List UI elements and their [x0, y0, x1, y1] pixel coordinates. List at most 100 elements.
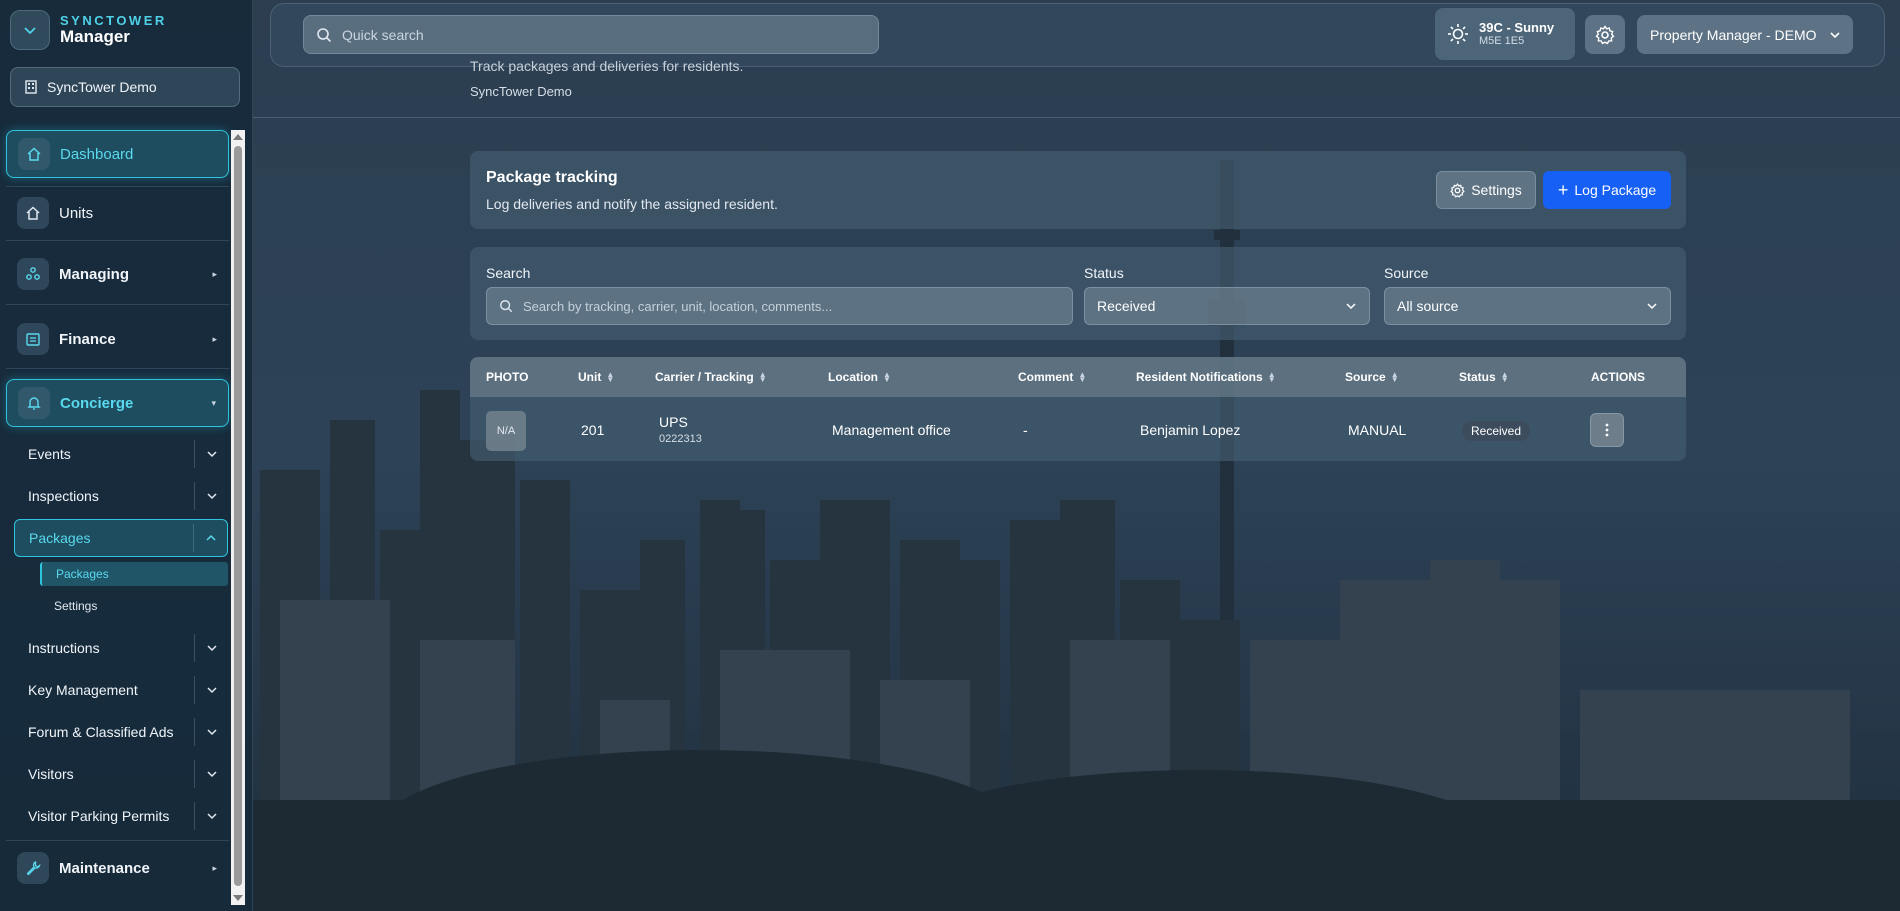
column-header-source[interactable]: Source ▲ ▼	[1345, 370, 1399, 384]
sort-icon: ▲ ▼	[1078, 370, 1087, 384]
sidebar-subitem-label: Inspections	[28, 488, 99, 504]
search-filter-label: Search	[486, 265, 531, 281]
cell-resident: Benjamin Lopez	[1140, 422, 1241, 438]
weather-widget[interactable]: 39C - Sunny M5E 1E5	[1435, 8, 1575, 60]
sidebar-item-label: Concierge	[60, 394, 134, 412]
column-header-location[interactable]: Location ▲ ▼	[828, 370, 891, 384]
packages-table: PHOTO Unit ▲ ▼ Carrier / Tracking ▲ ▼ Locati…	[470, 357, 1686, 461]
role-selector-button[interactable]: Property Manager - DEMO	[1637, 15, 1853, 54]
sidebar-subitem-label: Instructions	[28, 640, 100, 656]
sidebar-item-managing[interactable]: Managing ▸	[6, 249, 229, 299]
sort-icon: ▲ ▼	[1267, 370, 1276, 384]
sidebar-scrollbar[interactable]	[231, 130, 245, 905]
chevron-down-icon[interactable]	[194, 482, 228, 510]
chevron-up-icon[interactable]	[193, 524, 227, 552]
column-header-comment[interactable]: Comment ▲ ▼	[1018, 370, 1086, 384]
sidebar-item-dashboard[interactable]: Dashboard	[6, 130, 229, 178]
status-badge: Received	[1462, 421, 1531, 441]
scrollbar-thumb[interactable]	[234, 146, 242, 886]
sidebar-item-units[interactable]: Units	[6, 191, 229, 235]
sort-icon: ▲ ▼	[883, 370, 891, 384]
divider	[6, 240, 229, 241]
chevron-down-icon[interactable]	[194, 676, 228, 704]
sidebar-subitem-label: Forum & Classified Ads	[28, 724, 174, 740]
chevron-down-icon	[1346, 303, 1356, 310]
sidebar-subitem-key-management[interactable]: Key Management	[14, 672, 228, 708]
more-vertical-icon	[1605, 423, 1609, 437]
caret-right-icon: ▸	[212, 862, 217, 873]
divider	[6, 304, 229, 305]
register-icon	[17, 323, 49, 355]
sidebar-item-finance[interactable]: Finance ▸	[6, 314, 229, 364]
home-icon	[17, 197, 49, 229]
source-select[interactable]: All source	[1384, 287, 1671, 325]
cell-tracking-number: 0222313	[659, 433, 702, 445]
chevron-down-icon[interactable]	[194, 634, 228, 662]
row-actions-button[interactable]	[1590, 413, 1624, 447]
sidebar-subitem-instructions[interactable]: Instructions	[14, 630, 228, 666]
gear-icon	[1450, 182, 1465, 198]
cell-location: Management office	[832, 422, 951, 438]
header-settings-button[interactable]	[1585, 15, 1625, 54]
cell-source: MANUAL	[1348, 422, 1407, 438]
sidebar-item-label: Finance	[59, 330, 116, 348]
package-search-input[interactable]: Search by tracking, carrier, unit, locat…	[486, 287, 1073, 325]
sidebar-item-label: Managing	[59, 265, 129, 283]
brand[interactable]: SYNCTOWER Manager	[10, 10, 167, 50]
sidebar-subitem-packages-settings[interactable]: Settings	[40, 594, 228, 618]
plus-icon: +	[1557, 180, 1569, 200]
sidebar-subitem-forum[interactable]: Forum & Classified Ads	[14, 714, 228, 750]
quick-search-input[interactable]: Quick search	[303, 15, 879, 54]
column-header-unit[interactable]: Unit ▲ ▼	[578, 370, 614, 384]
chevron-down-icon	[1830, 31, 1840, 38]
scroll-down-icon[interactable]	[233, 895, 243, 901]
column-header-carrier[interactable]: Carrier / Tracking ▲ ▼	[655, 370, 767, 384]
organization-selector[interactable]: SyncTower Demo	[10, 67, 240, 107]
settings-button[interactable]: Settings	[1436, 171, 1536, 209]
chevron-down-icon[interactable]	[194, 760, 228, 788]
sidebar-subitem-visitor-parking[interactable]: Visitor Parking Permits	[14, 798, 228, 834]
brand-logo-icon	[10, 10, 50, 50]
sidebar-item-concierge[interactable]: Concierge ▾	[6, 379, 229, 427]
source-select-value: All source	[1397, 298, 1459, 314]
sidebar-subitem-packages[interactable]: Packages	[14, 519, 228, 557]
divider	[6, 368, 229, 369]
sidebar-subitem-label: Visitor Parking Permits	[28, 808, 170, 824]
package-photo-placeholder: N/A	[486, 411, 526, 451]
sidebar-subitem-inspections[interactable]: Inspections	[14, 478, 228, 514]
role-label: Property Manager - DEMO	[1650, 26, 1817, 43]
sort-icon: ▲ ▼	[758, 370, 767, 384]
sidebar-subitem-packages-list[interactable]: Packages	[40, 562, 228, 586]
log-package-button[interactable]: + Log Package	[1543, 171, 1671, 209]
divider	[6, 186, 229, 187]
sidebar-item-label: Maintenance	[59, 859, 150, 877]
sidebar-item-label: Units	[59, 204, 94, 222]
chevron-down-icon[interactable]	[194, 440, 228, 468]
status-select[interactable]: Received	[1084, 287, 1370, 325]
sidebar-subitem-label: Packages	[29, 530, 91, 546]
status-select-value: Received	[1097, 298, 1156, 314]
sidebar-subitem-label: Packages	[56, 567, 109, 581]
sidebar-subitem-events[interactable]: Events	[14, 436, 228, 472]
gear-icon	[1595, 24, 1615, 44]
card-title: Package tracking	[486, 169, 618, 186]
brand-name-bottom: Manager	[60, 26, 130, 46]
sun-icon	[1448, 24, 1468, 44]
column-header-resident-notifications[interactable]: Resident Notifications ▲ ▼	[1136, 370, 1276, 384]
sort-icon: ▲ ▼	[1500, 370, 1509, 384]
sidebar: SYNCTOWER Manager SyncTower Demo Dashboa…	[0, 0, 253, 911]
scroll-up-icon[interactable]	[233, 134, 243, 140]
quick-search-placeholder: Quick search	[342, 26, 424, 43]
chevron-down-icon[interactable]	[194, 718, 228, 746]
caret-right-icon: ▸	[212, 333, 217, 344]
chevron-down-icon[interactable]	[194, 802, 228, 830]
column-header-status[interactable]: Status ▲ ▼	[1459, 370, 1509, 384]
sort-icon: ▲ ▼	[1390, 370, 1399, 384]
sidebar-subitem-visitors[interactable]: Visitors	[14, 756, 228, 792]
sidebar-subitem-label: Visitors	[28, 766, 74, 782]
card-description: Log deliveries and notify the assigned r…	[486, 196, 778, 212]
sidebar-item-maintenance[interactable]: Maintenance ▸	[6, 843, 229, 893]
settings-button-label: Settings	[1471, 182, 1522, 198]
cell-comment: -	[1023, 422, 1028, 438]
package-search-placeholder: Search by tracking, carrier, unit, locat…	[523, 298, 833, 314]
